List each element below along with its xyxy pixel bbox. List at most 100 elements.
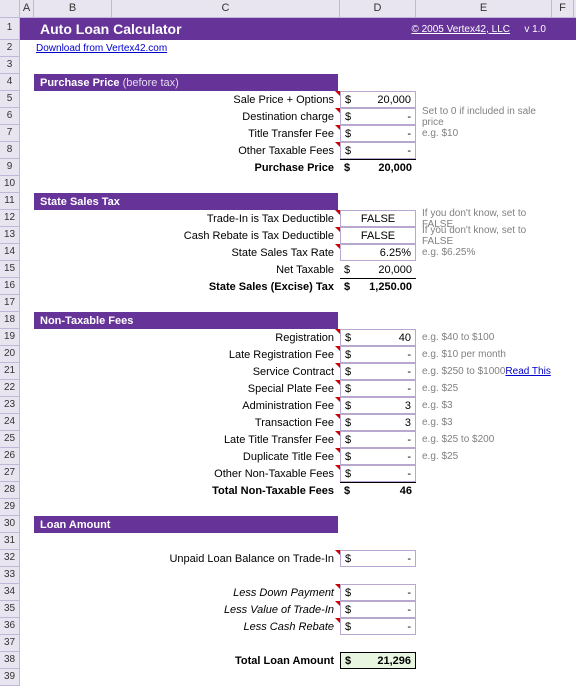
row-header-28[interactable]: 28 — [0, 482, 19, 499]
calc-cell[interactable]: $20,000 — [340, 261, 416, 278]
comment-indicator-icon[interactable] — [335, 329, 340, 334]
row-header-24[interactable]: 24 — [0, 414, 19, 431]
row-header-6[interactable]: 6 — [0, 108, 19, 125]
row-header-27[interactable]: 27 — [0, 465, 19, 482]
comment-indicator-icon[interactable] — [335, 210, 340, 215]
row-header-25[interactable]: 25 — [0, 431, 19, 448]
row-header-33[interactable]: 33 — [0, 567, 19, 584]
row-header-29[interactable]: 29 — [0, 499, 19, 516]
row-header-32[interactable]: 32 — [0, 550, 19, 567]
input-cell[interactable]: $- — [340, 346, 416, 363]
comment-indicator-icon[interactable] — [335, 414, 340, 419]
comment-indicator-icon[interactable] — [335, 380, 340, 385]
input-cell[interactable]: FALSE — [340, 227, 416, 244]
total-cell[interactable]: $1,250.00 — [340, 278, 416, 295]
col-header-b[interactable]: B — [34, 0, 112, 17]
input-cell[interactable]: $- — [340, 448, 416, 465]
input-cell[interactable]: $- — [340, 108, 416, 125]
row-header-13[interactable]: 13 — [0, 227, 19, 244]
label: Trade-In is Tax Deductible — [112, 210, 340, 227]
comment-indicator-icon[interactable] — [335, 244, 340, 249]
read-this-link[interactable]: Read This — [505, 366, 550, 377]
input-cell[interactable]: $40 — [340, 329, 416, 346]
input-cell[interactable]: $- — [340, 125, 416, 142]
row-header-22[interactable]: 22 — [0, 380, 19, 397]
col-header-a[interactable]: A — [20, 0, 34, 17]
comment-indicator-icon[interactable] — [335, 363, 340, 368]
row-header-14[interactable]: 14 — [0, 244, 19, 261]
comment-indicator-icon[interactable] — [335, 125, 340, 130]
row-header-10[interactable]: 10 — [0, 176, 19, 193]
label: Unpaid Loan Balance on Trade-In — [112, 550, 340, 567]
row-header-11[interactable]: 11 — [0, 193, 19, 210]
note — [416, 465, 552, 482]
comment-indicator-icon[interactable] — [335, 448, 340, 453]
comment-indicator-icon[interactable] — [335, 550, 340, 555]
row-header-19[interactable]: 19 — [0, 329, 19, 346]
row-header-15[interactable]: 15 — [0, 261, 19, 278]
input-cell[interactable]: $- — [340, 142, 416, 159]
row-header-2[interactable]: 2 — [0, 40, 19, 57]
row-header-7[interactable]: 7 — [0, 125, 19, 142]
comment-indicator-icon[interactable] — [335, 91, 340, 96]
comment-indicator-icon[interactable] — [335, 346, 340, 351]
input-cell[interactable]: $20,000 — [340, 91, 416, 108]
input-cell[interactable]: $- — [340, 584, 416, 601]
row-header-37[interactable]: 37 — [0, 635, 19, 652]
comment-indicator-icon[interactable] — [335, 618, 340, 623]
row-header-16[interactable]: 16 — [0, 278, 19, 295]
download-link[interactable]: Download from Vertex42.com — [36, 43, 167, 54]
col-header-e[interactable]: E — [416, 0, 552, 17]
row-header-20[interactable]: 20 — [0, 346, 19, 363]
note: e.g. $3 — [416, 397, 552, 414]
row-header-21[interactable]: 21 — [0, 363, 19, 380]
row-header-5[interactable]: 5 — [0, 91, 19, 108]
input-cell[interactable]: $- — [340, 550, 416, 567]
input-cell[interactable]: $- — [340, 465, 416, 482]
input-cell[interactable]: $3 — [340, 414, 416, 431]
cell-area[interactable]: Auto Loan Calculator © 2005 Vertex42, LL… — [20, 18, 576, 686]
input-cell[interactable]: $- — [340, 601, 416, 618]
comment-indicator-icon[interactable] — [335, 465, 340, 470]
row-header-4[interactable]: 4 — [0, 74, 19, 91]
row-header-12[interactable]: 12 — [0, 210, 19, 227]
input-cell[interactable]: $- — [340, 431, 416, 448]
input-cell[interactable]: FALSE — [340, 210, 416, 227]
row-header-1[interactable]: 1 — [0, 18, 19, 40]
comment-indicator-icon[interactable] — [335, 108, 340, 113]
note — [416, 142, 552, 159]
comment-indicator-icon[interactable] — [335, 397, 340, 402]
comment-indicator-icon[interactable] — [335, 142, 340, 147]
row-header-23[interactable]: 23 — [0, 397, 19, 414]
copyright-text[interactable]: © 2005 Vertex42, LLC — [340, 18, 516, 40]
comment-indicator-icon[interactable] — [335, 584, 340, 589]
input-cell[interactable]: $- — [340, 363, 416, 380]
row-header-31[interactable]: 31 — [0, 533, 19, 550]
comment-indicator-icon[interactable] — [335, 601, 340, 606]
row-header-17[interactable]: 17 — [0, 295, 19, 312]
row-header-18[interactable]: 18 — [0, 312, 19, 329]
row-header-9[interactable]: 9 — [0, 159, 19, 176]
row-header-38[interactable]: 38 — [0, 652, 19, 669]
row-header-34[interactable]: 34 — [0, 584, 19, 601]
row-header-8[interactable]: 8 — [0, 142, 19, 159]
grand-total-cell[interactable]: $21,296 — [340, 652, 416, 669]
comment-indicator-icon[interactable] — [335, 227, 340, 232]
col-header-c[interactable]: C — [112, 0, 340, 17]
row-header-26[interactable]: 26 — [0, 448, 19, 465]
row-header-39[interactable]: 39 — [0, 669, 19, 686]
input-cell[interactable]: 6.25% — [340, 244, 416, 261]
total-cell[interactable]: $46 — [340, 482, 416, 499]
col-header-f[interactable]: F — [552, 0, 574, 17]
comment-indicator-icon[interactable] — [335, 431, 340, 436]
row-header-3[interactable]: 3 — [0, 57, 19, 74]
total-cell[interactable]: $20,000 — [340, 159, 416, 176]
row-header-30[interactable]: 30 — [0, 516, 19, 533]
input-cell[interactable]: $- — [340, 380, 416, 397]
col-header-d[interactable]: D — [340, 0, 416, 17]
purchase-header-suffix: (before tax) — [123, 77, 179, 89]
input-cell[interactable]: $- — [340, 618, 416, 635]
row-header-35[interactable]: 35 — [0, 601, 19, 618]
row-header-36[interactable]: 36 — [0, 618, 19, 635]
input-cell[interactable]: $3 — [340, 397, 416, 414]
